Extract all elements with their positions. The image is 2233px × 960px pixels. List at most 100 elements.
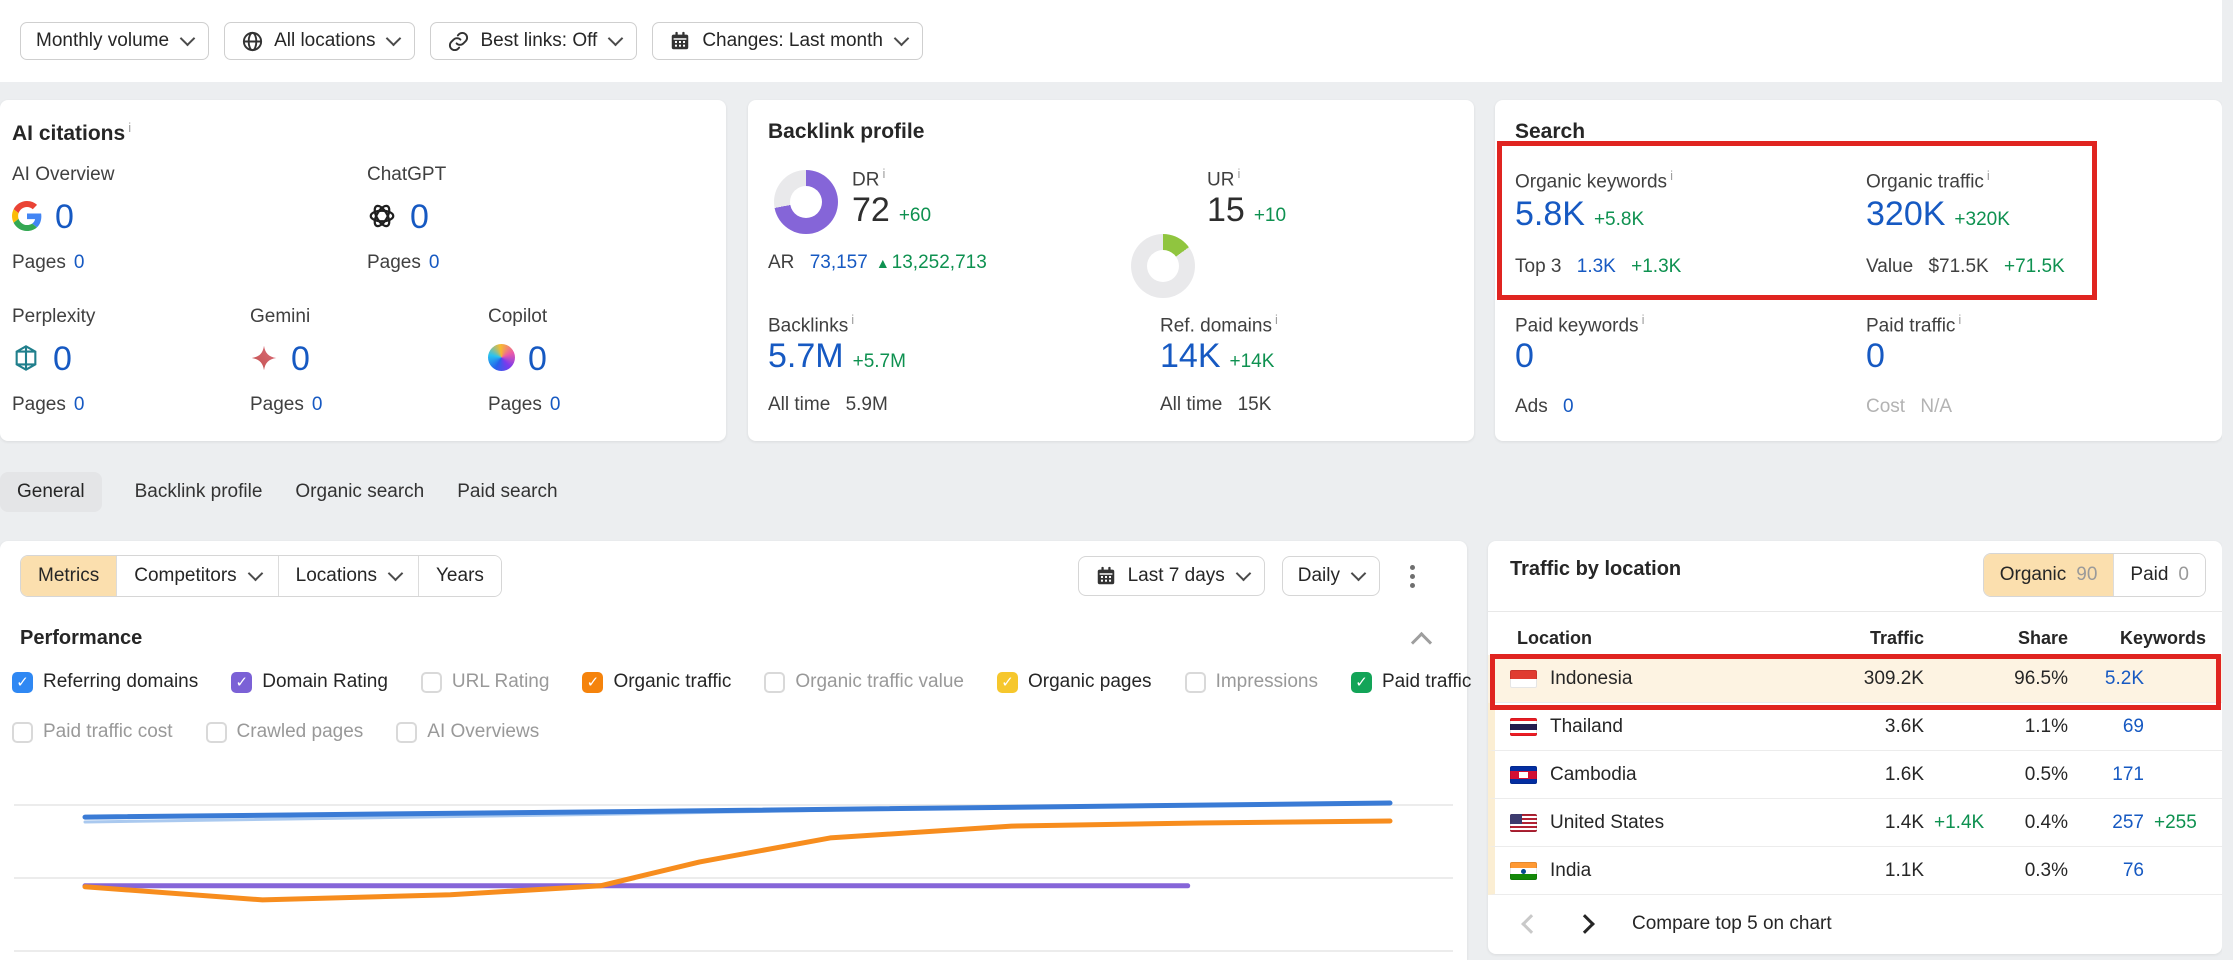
backlinks-alltime: All time 5.9M <box>768 394 888 416</box>
dashboard-page: Monthly volume All locations Best links: O… <box>0 0 2233 960</box>
backlinks-label: Backlinksi <box>768 312 854 337</box>
ai-citation-count[interactable]: 0 <box>410 199 429 236</box>
metric-checkbox-domain-rating[interactable]: ✓Domain Rating <box>231 671 388 693</box>
info-icon[interactable]: i <box>1642 312 1645 327</box>
metric-checkbox-row: Paid traffic cost Crawled pages AI Overvie… <box>12 721 539 743</box>
info-icon[interactable]: i <box>1987 168 1990 183</box>
more-options-button[interactable] <box>1404 559 1421 594</box>
metric-checkbox-url-rating[interactable]: URL Rating <box>421 671 550 693</box>
paid-keywords-value[interactable]: 0 <box>1515 338 1534 375</box>
keywords-cell[interactable]: 5.2K <box>2068 668 2144 690</box>
toggle-count: 0 <box>2178 564 2189 586</box>
date-range-button[interactable]: Last 7 days <box>1078 556 1265 596</box>
segment-years[interactable]: Years <box>418 556 501 596</box>
metric-checkbox-organic-pages[interactable]: ✓Organic pages <box>997 671 1152 693</box>
metric-checkbox-paid-traffic[interactable]: ✓Paid traffic <box>1351 671 1471 693</box>
pages-count[interactable]: 0 <box>550 394 561 415</box>
backlinks-value[interactable]: 5.7M <box>768 338 844 375</box>
chatgpt-icon <box>367 201 397 236</box>
collapse-section-icon[interactable] <box>1411 632 1432 653</box>
ads-value[interactable]: 0 <box>1563 396 1574 417</box>
organic-keywords-value[interactable]: 5.8K <box>1515 196 1585 233</box>
metric-checkbox-paid-traffic-cost[interactable]: Paid traffic cost <box>12 721 173 743</box>
filter-label: All locations <box>274 30 375 52</box>
ar-value[interactable]: 73,157 <box>810 252 868 273</box>
keywords-cell[interactable]: 76 <box>2068 860 2144 882</box>
pages-count[interactable]: 0 <box>429 252 440 273</box>
segment-competitors[interactable]: Competitors <box>116 556 277 596</box>
traffic-cell: 1.1K <box>1809 860 1924 882</box>
filter-button-monthly-volume[interactable]: Monthly volume <box>20 22 209 60</box>
top3-value[interactable]: 1.3K <box>1577 256 1616 277</box>
metric-checkbox-ai-overviews[interactable]: AI Overviews <box>396 721 539 743</box>
col-location[interactable]: Location <box>1517 628 1809 649</box>
ai-citation-count[interactable]: 0 <box>55 199 74 236</box>
ur-value-row: 15 +10 <box>1207 192 1286 229</box>
tab-organic-search[interactable]: Organic search <box>295 472 424 512</box>
info-icon[interactable]: i <box>1275 312 1278 327</box>
filter-button-best-links-off[interactable]: Best links: Off <box>430 22 637 60</box>
col-traffic[interactable]: Traffic <box>1809 628 1924 649</box>
keywords-cell[interactable]: 171 <box>2068 764 2144 786</box>
id-flag-icon <box>1510 670 1537 688</box>
metric-checkbox-organic-traffic[interactable]: ✓Organic traffic <box>582 671 731 693</box>
pages-count[interactable]: 0 <box>312 394 323 415</box>
tab-paid-search[interactable]: Paid search <box>457 472 557 512</box>
filter-button-all-locations[interactable]: All locations <box>224 22 415 60</box>
unchecked-checkbox-icon <box>764 672 785 693</box>
metric-checkbox-label: URL Rating <box>452 671 550 693</box>
pages-count[interactable]: 0 <box>74 394 85 415</box>
toggle-organic[interactable]: Organic90 <box>1984 554 2114 596</box>
traffic-cell: 3.6K <box>1809 716 1924 738</box>
organic-keywords-label: Organic keywordsi <box>1515 168 1673 193</box>
ai-citation-count[interactable]: 0 <box>53 341 72 378</box>
location-row-united-states[interactable]: United States1.4K+1.4K0.4%257+255 <box>1488 799 2222 847</box>
keywords-cell[interactable]: 257 <box>2068 812 2144 834</box>
ai-citation-count[interactable]: 0 <box>528 341 547 378</box>
compare-top5-link[interactable]: Compare top 5 on chart <box>1632 913 1832 935</box>
location-row-thailand[interactable]: Thailand3.6K1.1%69 <box>1488 703 2222 751</box>
filter-label: Changes: Last month <box>702 30 883 52</box>
info-icon[interactable]: i <box>1670 168 1673 183</box>
checked-checkbox-icon: ✓ <box>1351 672 1372 693</box>
next-page-icon[interactable] <box>1575 914 1595 934</box>
segment-locations[interactable]: Locations <box>278 556 418 596</box>
perplexity-icon <box>12 344 40 377</box>
location-row-indonesia[interactable]: Indonesia309.2K96.5%5.2K <box>1488 655 2222 703</box>
location-table-header: Location Traffic Share Keywords <box>1488 621 2222 655</box>
ai-citation-google: AI Overview0Pages0 <box>12 164 242 274</box>
metric-checkbox-impressions[interactable]: Impressions <box>1185 671 1318 693</box>
metric-checkbox-referring-domains[interactable]: ✓Referring domains <box>12 671 198 693</box>
pages-count[interactable]: 0 <box>74 252 85 273</box>
traffic-value-row: Value $71.5K +71.5K <box>1866 256 2065 278</box>
metrics-segmented-control: MetricsCompetitorsLocationsYears <box>20 555 502 597</box>
col-keywords[interactable]: Keywords <box>2068 628 2214 649</box>
info-icon[interactable]: i <box>128 120 131 135</box>
info-icon[interactable]: i <box>1958 312 1961 327</box>
organic-traffic-value[interactable]: 320K <box>1866 196 1945 233</box>
metric-checkbox-organic-traffic-value[interactable]: Organic traffic value <box>764 671 964 693</box>
tab-backlink-profile[interactable]: Backlink profile <box>135 472 263 512</box>
tab-general[interactable]: General <box>0 472 102 512</box>
location-cell: India <box>1495 860 1809 882</box>
toggle-paid[interactable]: Paid0 <box>2113 554 2205 596</box>
segment-metrics[interactable]: Metrics <box>21 556 116 596</box>
granularity-button[interactable]: Daily <box>1282 556 1380 596</box>
performance-line-chart[interactable] <box>0 781 1467 960</box>
info-icon[interactable]: i <box>882 166 885 181</box>
ai-citation-count[interactable]: 0 <box>291 341 310 378</box>
location-row-cambodia[interactable]: Cambodia1.6K0.5%171 <box>1488 751 2222 799</box>
ref-domains-value[interactable]: 14K <box>1160 338 1221 375</box>
filter-button-changes-last-month[interactable]: Changes: Last month <box>652 22 923 60</box>
traffic-delta-cell: +1.4K <box>1924 812 1982 834</box>
paid-traffic-value[interactable]: 0 <box>1866 338 1885 375</box>
prev-page-icon[interactable] <box>1521 914 1541 934</box>
info-icon[interactable]: i <box>851 312 854 327</box>
info-icon[interactable]: i <box>1237 166 1240 181</box>
location-row-india[interactable]: India1.1K0.3%76 <box>1488 847 2222 895</box>
keywords-cell[interactable]: 69 <box>2068 716 2144 738</box>
ref-domains-label: Ref. domainsi <box>1160 312 1278 337</box>
metric-checkbox-crawled-pages[interactable]: Crawled pages <box>206 721 364 743</box>
col-share[interactable]: Share <box>1982 628 2068 649</box>
metric-checkbox-row: ✓Referring domains ✓Domain Rating URL Rati… <box>12 671 1471 693</box>
